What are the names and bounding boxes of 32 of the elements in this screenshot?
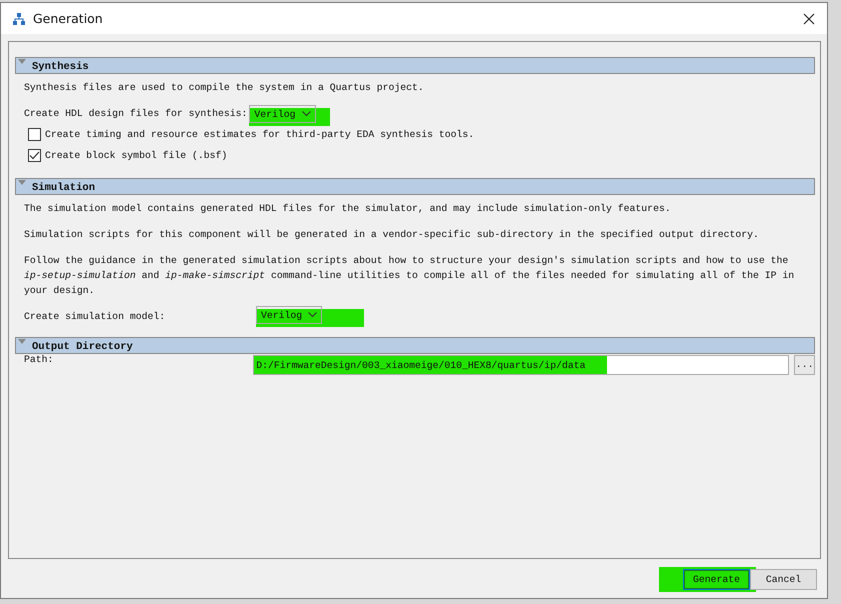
description-text: Follow the guidance in the generated simulation scripts about how to structure your design's simulation scripts and how to use the ip-setup-simulation and ip-make-simscript command-line utilities to compile all of the files needed for simulating all of the IP in your design.	[24, 254, 796, 298]
collapse-triangle-icon	[18, 339, 26, 345]
hierarchy-icon	[12, 12, 26, 26]
section-title: Output Directory	[32, 341, 133, 353]
description-text: Synthesis files are used to compile the system in a Quartus project.	[24, 81, 425, 95]
checkbox[interactable]	[28, 149, 41, 162]
collapse-triangle-icon	[18, 180, 26, 186]
close-icon[interactable]	[803, 12, 815, 24]
language-dropdown[interactable]: Verilog	[256, 306, 322, 324]
checkbox[interactable]	[28, 128, 41, 141]
generate-button[interactable]: Generate	[683, 569, 750, 590]
section-title: Synthesis	[32, 61, 89, 73]
section-header[interactable]: Output Directory	[15, 337, 815, 354]
field-label: Create simulation model:	[24, 310, 166, 322]
caret-icon	[302, 111, 311, 117]
description-text: Simulation scripts for this component will be generated in a vendor-specific sub-directory in the specified output directory.	[24, 228, 760, 242]
checkbox-label: Create timing and resource estimates for third-party EDA synthesis tools.	[45, 129, 474, 140]
path-input-field[interactable]: D:/FirmwareDesign/003_xiaomeige/010_HEX8/quartus/ip/data	[253, 355, 790, 375]
description-text: The simulation model contains generated HDL files for the simulator, and may include simulation-only features.	[24, 202, 672, 216]
cancel-button[interactable]: Cancel	[750, 569, 817, 590]
collapse-triangle-icon	[18, 59, 26, 65]
language-dropdown[interactable]: Verilog	[249, 105, 316, 123]
field-label: Path:	[24, 354, 54, 365]
caret-icon	[308, 312, 318, 318]
checkbox-label: Create block symbol file (.bsf)	[45, 150, 228, 161]
window-title: Generation	[33, 11, 104, 26]
field-label: Create HDL design files for synthesis:	[24, 108, 248, 118]
section-title: Simulation	[32, 182, 96, 194]
highlight-mark: D:/FirmwareDesign/003_xiaomeige/010_HEX8/quartus/ip/data	[254, 356, 608, 374]
section-header[interactable]: Simulation	[15, 178, 815, 195]
browse-button[interactable]: ...	[794, 355, 815, 375]
section-header[interactable]: Synthesis	[15, 57, 815, 74]
